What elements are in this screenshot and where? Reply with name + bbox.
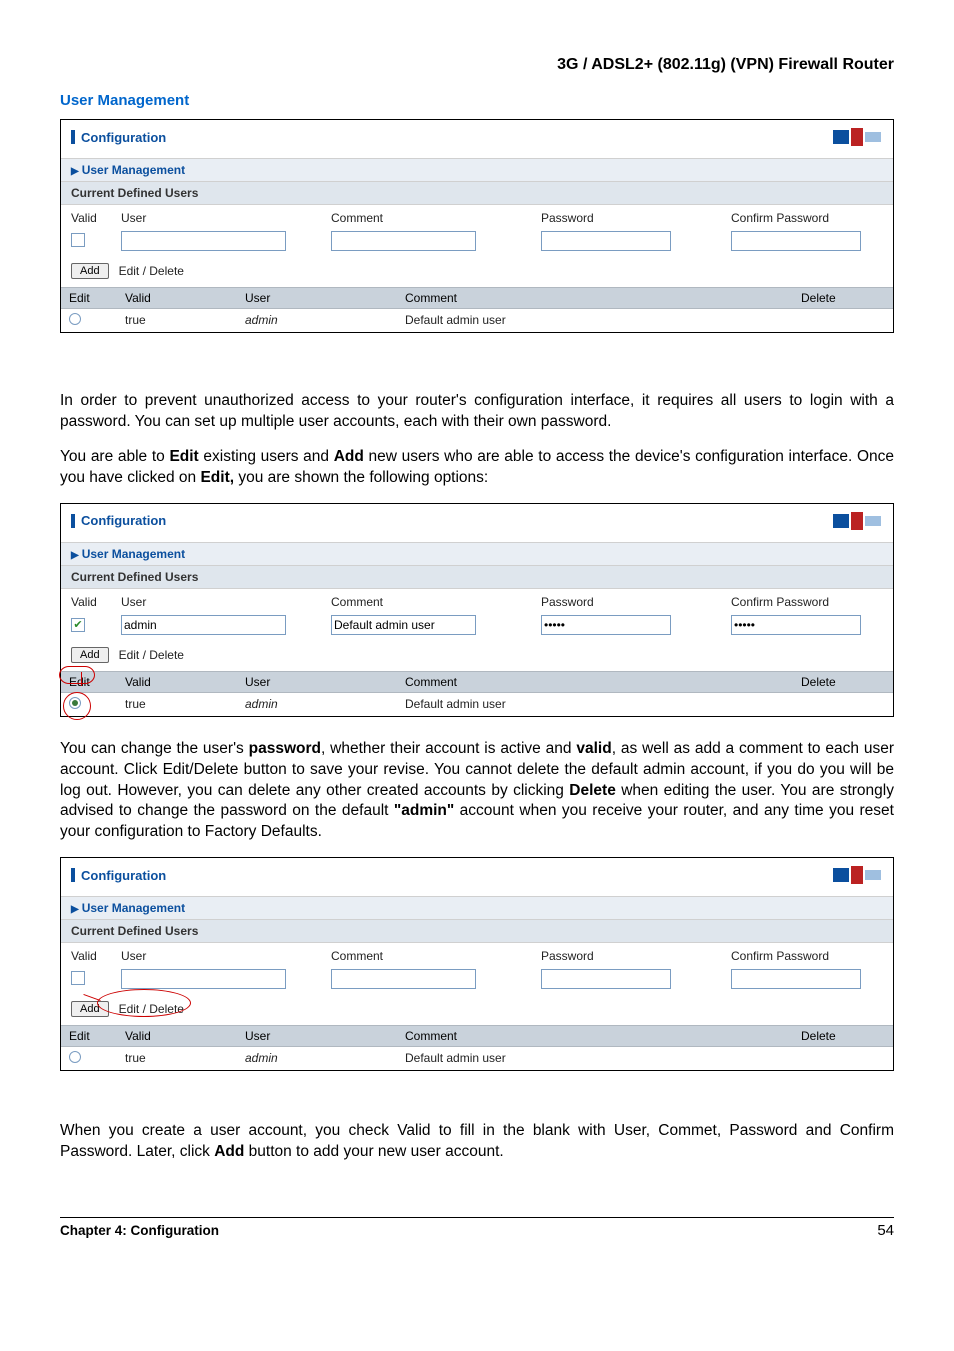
edit-radio[interactable] [69,1051,81,1063]
confirm-password-input[interactable] [731,231,861,251]
add-button[interactable]: Add [71,647,109,663]
cell-user: admin [237,693,397,716]
label-password: Password [541,595,731,609]
cell-comment: Default admin user [397,1047,793,1070]
password-input[interactable] [541,615,671,635]
confirm-password-input[interactable] [731,969,861,989]
user-management-label: User Management [82,163,185,177]
comment-input[interactable] [331,231,476,251]
th-comment: Comment [397,288,793,308]
brand-logo-icon [833,510,883,532]
current-defined-users-head: Current Defined Users [61,182,893,205]
section-heading: User Management [60,92,894,109]
current-defined-users-head: Current Defined Users [61,920,893,943]
table-row: true admin Default admin user [61,1047,893,1070]
label-valid: Valid [71,949,121,963]
paragraph-4: When you create a user account, you chec… [60,1121,894,1163]
th-valid: Valid [117,1026,237,1046]
th-edit: Edit [61,1026,117,1046]
comment-input[interactable] [331,615,476,635]
cell-delete [793,1047,893,1070]
callout-line-icon [81,672,82,686]
footer-page-number: 54 [877,1222,894,1239]
user-management-label: User Management [82,901,185,915]
config-title: Configuration [81,513,166,528]
paragraph-2: You are able to Edit existing users and … [60,447,894,489]
user-management-subhead[interactable]: ▶User Management [61,897,893,920]
config-title: Configuration [81,868,166,883]
th-comment: Comment [397,672,793,692]
add-button[interactable]: Add [71,263,109,279]
cell-comment: Default admin user [397,309,793,332]
valid-checkbox[interactable] [71,618,85,632]
cell-valid: true [117,693,237,716]
user-management-subhead[interactable]: ▶User Management [61,543,893,566]
th-delete: Delete [793,1026,893,1046]
label-valid: Valid [71,595,121,609]
label-comment: Comment [331,211,541,225]
table-row: true admin Default admin user [61,309,893,332]
edit-radio[interactable] [69,313,81,325]
label-confirm-password: Confirm Password [731,211,883,225]
password-input[interactable] [541,969,671,989]
label-confirm-password: Confirm Password [731,595,883,609]
current-defined-users-head: Current Defined Users [61,566,893,589]
cell-user: admin [237,1047,397,1070]
label-password: Password [541,949,731,963]
accent-bar-icon [71,868,75,882]
th-user: User [237,1026,397,1046]
cell-valid: true [117,1047,237,1070]
th-comment: Comment [397,1026,793,1046]
config-panel-3: Configuration ▶User Management Current D… [60,857,894,1071]
cell-valid: true [117,309,237,332]
th-edit: Edit [61,288,117,308]
user-management-label: User Management [82,547,185,561]
label-comment: Comment [331,949,541,963]
label-user: User [121,595,331,609]
page-title: 3G / ADSL2+ (802.11g) (VPN) Firewall Rou… [60,56,894,74]
th-delete: Delete [793,672,893,692]
th-user: User [237,288,397,308]
label-confirm-password: Confirm Password [731,949,883,963]
add-button[interactable]: Add [71,1001,109,1017]
password-input[interactable] [541,231,671,251]
confirm-password-input[interactable] [731,615,861,635]
comment-input[interactable] [331,969,476,989]
user-input[interactable] [121,231,286,251]
th-user: User [237,672,397,692]
brand-logo-icon [833,864,883,886]
cell-user: admin [237,309,397,332]
label-user: User [121,949,331,963]
table-row: true admin Default admin user [61,693,893,716]
cell-delete [793,309,893,332]
user-input[interactable] [121,615,286,635]
brand-logo-icon [833,126,883,148]
label-comment: Comment [331,595,541,609]
user-input[interactable] [121,969,286,989]
th-delete: Delete [793,288,893,308]
cell-comment: Default admin user [397,693,793,716]
config-panel-2: Configuration ▶User Management Current D… [60,503,894,717]
edit-radio[interactable] [69,697,81,709]
user-management-subhead[interactable]: ▶User Management [61,159,893,182]
valid-checkbox[interactable] [71,233,85,247]
accent-bar-icon [71,130,75,144]
th-valid: Valid [117,672,237,692]
label-user: User [121,211,331,225]
edit-delete-link[interactable]: Edit / Delete [119,648,184,662]
th-edit: Edit [61,672,117,692]
config-panel-1: Configuration ▶User Management Current D… [60,119,894,333]
paragraph-3: You can change the user's password, whet… [60,739,894,844]
label-password: Password [541,211,731,225]
valid-checkbox[interactable] [71,971,85,985]
edit-delete-link[interactable]: Edit / Delete [119,1002,184,1016]
cell-delete [793,693,893,716]
paragraph-1: In order to prevent unauthorized access … [60,391,894,433]
accent-bar-icon [71,514,75,528]
label-valid: Valid [71,211,121,225]
th-valid: Valid [117,288,237,308]
config-title: Configuration [81,130,166,145]
footer-chapter: Chapter 4: Configuration [60,1223,219,1238]
edit-delete-link[interactable]: Edit / Delete [119,264,184,278]
